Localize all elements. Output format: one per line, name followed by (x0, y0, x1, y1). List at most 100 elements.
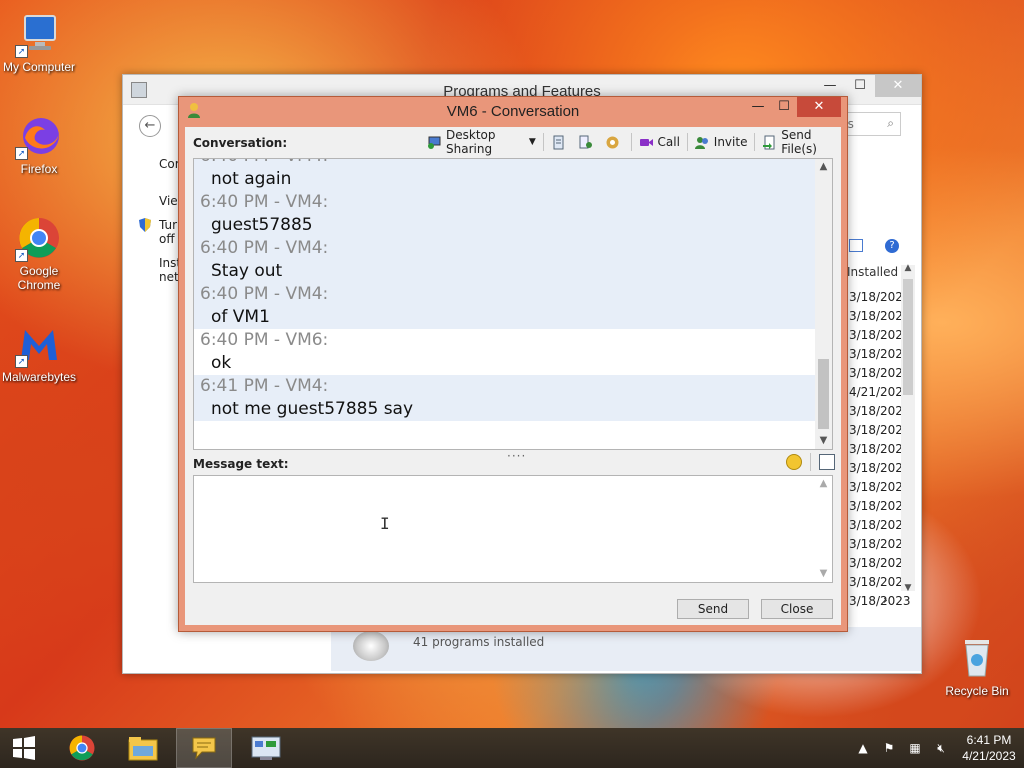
conversation-history[interactable]: 6:40 PM - VM4:not again6:40 PM - VM4:gue… (193, 158, 833, 450)
conversation-close-button[interactable]: ✕ (797, 97, 841, 117)
desktop-icon-firefox[interactable]: ➚ Firefox (0, 112, 78, 176)
taskbar-file-explorer[interactable] (115, 728, 171, 768)
invite-users-icon (694, 135, 710, 150)
message-item: 6:40 PM - VM4:not again (194, 159, 818, 191)
toolbar-separator (542, 133, 544, 151)
pf-left-item: net (159, 270, 179, 284)
pf-maximize-button[interactable]: ☐ (845, 75, 875, 97)
history-button[interactable] (547, 131, 574, 153)
programs-count: 41 programs installed (413, 635, 545, 649)
pf-vertical-scrollbar[interactable]: ▲ ▼ (901, 263, 915, 593)
scroll-down-icon[interactable]: ▼ (901, 583, 915, 593)
send-files-label: Send File(s) (781, 128, 817, 156)
send-button[interactable]: Send (677, 599, 749, 619)
action-center-flag-icon[interactable]: ⚑ (879, 738, 899, 758)
gear-icon (605, 135, 620, 150)
recycle-bin-icon (957, 632, 997, 680)
back-arrow-icon[interactable]: ← (139, 115, 161, 137)
conversation-titlebar[interactable]: VM6 - Conversation — ☐ ✕ (179, 97, 847, 123)
close-button[interactable]: Close (761, 599, 833, 619)
users-list-icon (578, 135, 593, 150)
call-label: Call (657, 135, 680, 149)
message-meta: 6:40 PM - VM4: (200, 192, 329, 212)
scroll-up-icon[interactable]: ▲ (815, 159, 832, 175)
volume-muted-icon[interactable]: 🔇︎ (931, 738, 951, 758)
scroll-up-icon[interactable]: ▲ (815, 476, 832, 492)
conversation-scroll-thumb[interactable] (818, 359, 829, 429)
desktop-icon-label: Malwarebytes (1, 370, 77, 384)
desktop-icon-my-computer[interactable]: ➚ My Computer (0, 10, 78, 74)
message-meta: 6:40 PM - VM4: (200, 238, 329, 258)
invite-button[interactable]: Invite (691, 131, 752, 153)
message-list: 6:40 PM - VM4:not again6:40 PM - VM4:gue… (194, 159, 818, 421)
conversation-minimize-button[interactable]: — (745, 97, 771, 117)
search-icon: ⌕ (887, 116, 894, 130)
scroll-down-icon[interactable]: ▼ (815, 566, 832, 582)
installed-date[interactable]: 3/18/2023 (849, 592, 911, 611)
message-item: 6:40 PM - VM4: Stay out (194, 237, 818, 283)
message-meta: 6:40 PM - VM4: (200, 284, 329, 304)
view-options-icon[interactable] (849, 239, 863, 252)
scroll-right-icon[interactable]: › (883, 593, 888, 607)
message-input[interactable]: I ▲ ▼ (193, 475, 833, 583)
message-input-scrollbar[interactable]: ▲ ▼ (815, 476, 832, 582)
emoticon-icon[interactable] (786, 454, 802, 470)
pf-close-button[interactable]: ✕ (875, 75, 921, 97)
splitter-handle[interactable]: ···· (507, 449, 526, 463)
desktop-sharing-button[interactable]: Desktop Sharing ▼ (423, 128, 540, 156)
message-item: 6:40 PM - VM4: guest57885 (194, 191, 818, 237)
desktop-icon-label: Firefox (20, 162, 58, 176)
computer-icon: ➚ (15, 10, 63, 58)
conversation-toolbar: Desktop Sharing ▼ Call Invite Send File(… (423, 128, 841, 156)
shield-icon (138, 217, 152, 233)
help-icon[interactable]: ? (885, 239, 899, 253)
pf-left-item[interactable]: Cor (159, 157, 180, 171)
message-meta: 6:40 PM - VM4: (200, 159, 818, 168)
conversation-maximize-button[interactable]: ☐ (771, 97, 797, 117)
history-icon (551, 135, 566, 150)
pf-scroll-thumb[interactable] (903, 279, 913, 395)
conversation-scrollbar[interactable]: ▲ ▼ (815, 159, 832, 449)
shortcut-arrow-icon: ➚ (15, 355, 28, 368)
taskbar-chrome[interactable] (54, 728, 110, 768)
settings-button[interactable] (601, 131, 628, 153)
shortcut-arrow-icon: ➚ (15, 45, 28, 58)
control-panel-icon (251, 736, 281, 760)
malwarebytes-icon: ➚ (15, 320, 63, 368)
folder-icon (128, 737, 158, 761)
toolbar-separator (630, 133, 632, 151)
desktop-icon-google-chrome[interactable]: ➚ Google Chrome (0, 214, 78, 292)
message-text: ok (211, 353, 232, 373)
send-files-button[interactable]: Send File(s) (758, 128, 841, 156)
toolbar-separator (686, 133, 688, 151)
message-meta: 6:40 PM - VM6: (200, 330, 329, 350)
show-hidden-icons-icon[interactable]: ▲ (853, 738, 873, 758)
taskbar-chat-app[interactable] (176, 728, 232, 768)
scroll-down-icon[interactable]: ▼ (815, 433, 832, 449)
installed-on-column-header[interactable]: Installed (847, 265, 898, 279)
firefox-icon: ➚ (15, 112, 63, 160)
desktop-icon-malwarebytes[interactable]: ➚ Malwarebytes (0, 320, 78, 384)
desktop-icon-recycle-bin[interactable]: Recycle Bin (942, 632, 1012, 698)
conversation-body: Conversation: Desktop Sharing ▼ Call Inv… (185, 127, 841, 625)
scroll-up-icon[interactable]: ▲ (901, 263, 915, 273)
pf-left-item[interactable]: Tur (159, 218, 177, 232)
desktop-icon-label: My Computer (2, 60, 76, 74)
message-text: not again (211, 169, 292, 189)
conversation-window[interactable]: VM6 - Conversation — ☐ ✕ Conversation: D… (178, 96, 848, 632)
message-text: not me guest57885 say (211, 399, 414, 419)
call-button[interactable]: Call (635, 131, 684, 153)
message-text-label: Message text: (193, 457, 289, 471)
toolbar-separator (754, 133, 756, 151)
users-list-button[interactable] (574, 131, 601, 153)
message-text: of VM1 (211, 307, 270, 327)
recycle-bin-label: Recycle Bin (945, 684, 1009, 698)
network-icon[interactable]: ▦ (905, 738, 925, 758)
taskbar-control-panel[interactable] (238, 728, 294, 768)
chat-bubble-icon (192, 737, 216, 760)
start-button[interactable] (0, 728, 48, 768)
text-cursor-icon: I (380, 514, 390, 533)
format-text-icon[interactable] (819, 454, 835, 470)
pf-minimize-button[interactable]: — (815, 75, 845, 97)
taskbar-clock[interactable]: 6:41 PM 4/21/2023 (954, 732, 1024, 764)
